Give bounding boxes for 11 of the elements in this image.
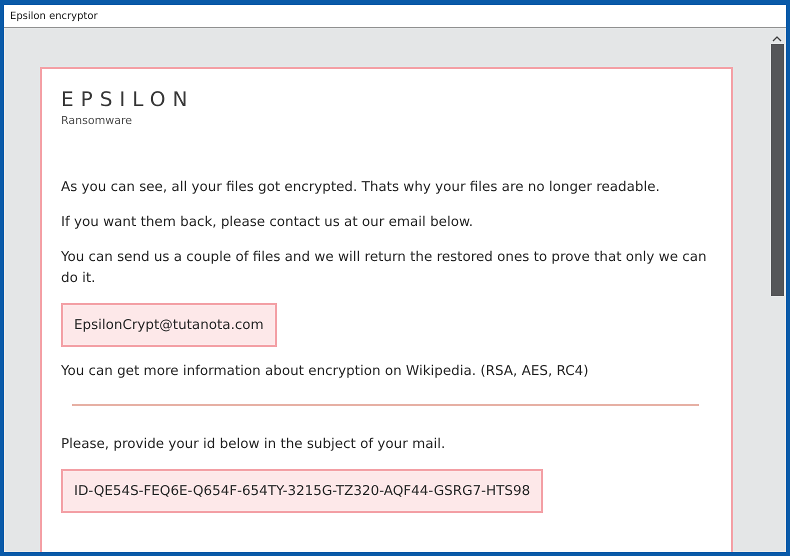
note-paragraph: You can send us a couple of files and we will return the restored ones to prove that only we can do it.	[61, 248, 708, 288]
note-paragraph: You can get more information about encryption on Wikipedia. (RSA, AES, RC4)	[61, 362, 590, 381]
scroll-up-icon[interactable]	[772, 36, 782, 42]
victim-id: ID-QE54S-FEQ6E-Q654F-654TY-3215G-TZ320-AQF44-GSRG7-HTS98	[61, 469, 544, 513]
brand-title: EPSILON	[61, 87, 196, 111]
brand-subtitle: Ransomware	[61, 114, 134, 127]
email-address: EpsilonCrypt@tutanota.com	[61, 303, 277, 347]
scroll-thumb[interactable]	[770, 44, 784, 296]
note-paragraph: Please, provide your id below in the subject of your mail.	[61, 435, 446, 454]
note-paragraph: If you want them back, please contact us at our email below.	[61, 213, 474, 232]
note-paragraph: As you can see, all your files got encrypted. Thats why your files are no longer readable.	[61, 178, 661, 197]
